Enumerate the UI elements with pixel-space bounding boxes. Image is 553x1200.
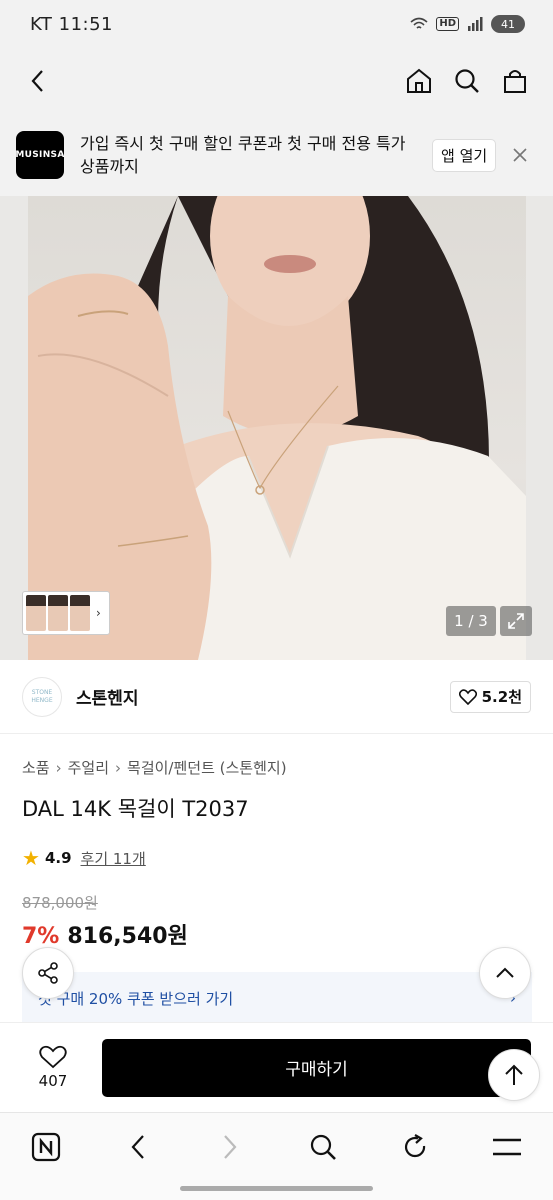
status-bar: KT 11:51 HD 41: [0, 0, 553, 48]
menu-button[interactable]: [487, 1127, 527, 1167]
brand-name[interactable]: 스톤헨지: [76, 684, 450, 709]
battery-indicator: 41: [491, 15, 525, 33]
app-install-banner: MUSINSA 가입 즉시 첫 구매 할인 쿠폰과 첫 구매 전용 특가 상품까…: [0, 114, 553, 196]
purchase-bar: 407 구매하기: [0, 1022, 553, 1112]
product-image-gallery[interactable]: › 1 / 3: [0, 196, 553, 660]
home-indicator[interactable]: [180, 1186, 373, 1191]
breadcrumb-item[interactable]: 목걸이/펜던트 (스톤헨지): [127, 757, 287, 778]
chevron-up-icon: [496, 967, 514, 978]
browser-search-button[interactable]: [303, 1127, 343, 1167]
wishlist-button[interactable]: 407: [22, 1045, 84, 1090]
brand-logo[interactable]: STONE HENGE: [22, 676, 62, 717]
hamburger-menu-icon: [492, 1138, 521, 1155]
share-button[interactable]: [22, 947, 74, 999]
scroll-up-button[interactable]: [479, 947, 531, 999]
product-title: DAL 14K 목걸이 T2037: [22, 797, 249, 821]
breadcrumb-item[interactable]: 소품: [22, 757, 50, 778]
close-icon: [513, 148, 527, 162]
breadcrumb-item[interactable]: 주얼리: [68, 757, 109, 778]
heart-icon: [39, 1045, 67, 1069]
coupon-text: 첫 구매 20% 쿠폰 받으러 가기: [38, 989, 234, 1008]
first-purchase-coupon-banner[interactable]: 첫 구매 20% 쿠폰 받으러 가기 ›: [22, 972, 532, 1024]
signal-icon: [468, 17, 483, 31]
original-price: 878,000원: [22, 894, 98, 912]
search-icon: [455, 69, 479, 93]
rating-value: 4.9: [44, 849, 72, 867]
expand-image-button[interactable]: [500, 606, 532, 636]
reviews-link[interactable]: 후기 11개: [81, 848, 146, 869]
brand-like-count: 5.2천: [481, 688, 522, 706]
sale-price: 816,540원: [67, 924, 188, 949]
browser-back-button[interactable]: [118, 1127, 158, 1167]
gallery-thumbnail[interactable]: ›: [22, 591, 110, 635]
search-icon: [310, 1134, 336, 1160]
musinsa-logo: MUSINSA: [15, 131, 64, 179]
chevron-right-icon: [224, 1134, 237, 1159]
chevron-right-icon: ›: [115, 758, 122, 777]
status-time: KT 11:51: [30, 13, 113, 35]
arrow-up-icon: [505, 1064, 523, 1085]
wishlist-count: 407: [38, 1072, 68, 1090]
chevron-right-icon: ›: [55, 758, 62, 777]
chevron-left-icon: [31, 70, 43, 92]
heart-icon: [458, 688, 477, 705]
scroll-to-top-button[interactable]: [488, 1049, 540, 1101]
status-icons: HD 41: [410, 15, 525, 33]
cart-button[interactable]: [497, 63, 533, 99]
expand-icon: [508, 613, 524, 629]
banner-close-button[interactable]: [510, 145, 530, 165]
image-page-counter: 1 / 3: [446, 606, 496, 636]
discount-rate: 7%: [22, 924, 60, 949]
brand-like-button[interactable]: 5.2천: [449, 680, 531, 713]
rating-row: ★ 4.9 후기 11개: [22, 846, 146, 870]
search-button[interactable]: [449, 63, 485, 99]
banner-message: 가입 즉시 첫 구매 할인 쿠폰과 첫 구매 전용 특가 상품까지: [80, 134, 406, 176]
naver-home-button[interactable]: [26, 1127, 66, 1167]
reload-button[interactable]: [395, 1127, 435, 1167]
buy-button[interactable]: 구매하기: [102, 1038, 531, 1097]
chevron-right-icon: ›: [96, 606, 101, 620]
home-button[interactable]: [401, 63, 437, 99]
back-button[interactable]: [20, 63, 56, 99]
thumbnail-image: [48, 595, 68, 631]
thumbnail-image: [70, 595, 90, 631]
share-icon: [38, 962, 58, 984]
breadcrumb: 소품 › 주얼리 › 목걸이/펜던트 (스톤헨지): [22, 757, 287, 778]
naver-n-icon: [31, 1132, 61, 1161]
home-icon: [407, 68, 431, 93]
top-navigation: [0, 48, 553, 114]
thumbnail-image: [26, 595, 46, 631]
chevron-left-icon: [131, 1134, 145, 1159]
star-icon: ★: [22, 846, 40, 870]
shopping-bag-icon: [504, 70, 526, 93]
open-app-button[interactable]: 앱 열기: [432, 138, 497, 172]
reload-icon: [404, 1133, 425, 1157]
brand-row: STONE HENGE 스톤헨지 5.2천: [0, 660, 553, 734]
hd-badge: HD: [436, 17, 459, 31]
wifi-icon: [410, 17, 428, 29]
price-row: 7% 816,540원: [22, 918, 188, 950]
browser-forward-button[interactable]: [210, 1127, 250, 1167]
